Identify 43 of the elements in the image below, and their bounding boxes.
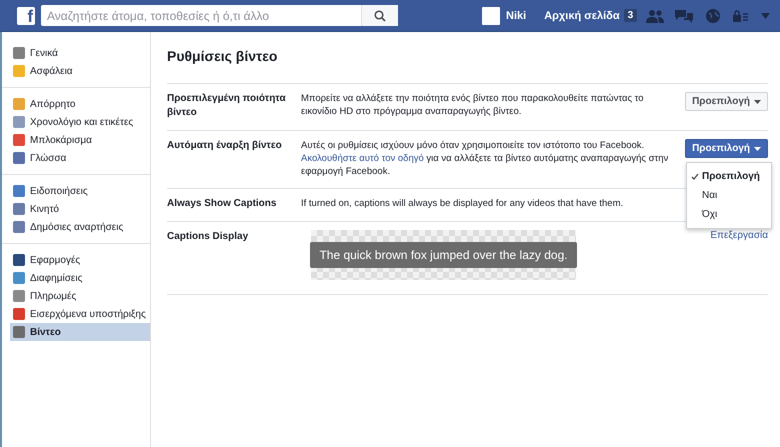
sidebar-item[interactable]: Πληρωμές bbox=[10, 287, 150, 305]
notification-badge: 3 bbox=[624, 9, 638, 22]
page-title: Ρυθμίσεις βίντεο bbox=[167, 48, 278, 64]
dropdown-option[interactable]: Προεπιλογή bbox=[687, 167, 771, 186]
sidebar-item[interactable]: Απόρρητο bbox=[10, 95, 150, 113]
sidebar-item[interactable]: Γενικά bbox=[10, 44, 150, 62]
avatar[interactable] bbox=[482, 6, 500, 24]
sidebar-item[interactable]: Διαφημίσεις bbox=[10, 269, 150, 287]
search-icon[interactable] bbox=[374, 10, 386, 22]
setting-description: Μπορείτε να αλλάξετε την ποιότητα ενός βίντεο που παρακολουθείτε πατώντας το εικονίδιο HD στο πρόγραμμα αναπαραγωγής βίντεο. bbox=[301, 92, 645, 119]
setting-label: Προεπιλεγμένη ποιότητα βίντεο bbox=[167, 92, 287, 120]
sidebar-item[interactable]: Χρονολόγιο και ετικέτες bbox=[10, 113, 150, 131]
setting-label: Always Show Captions bbox=[167, 197, 278, 211]
friends-icon[interactable] bbox=[645, 8, 665, 24]
caret-icon[interactable] bbox=[761, 12, 770, 18]
setting-description: If turned on, captions will always be displayed for any videos that have them. bbox=[301, 197, 624, 211]
dropdown-button[interactable]: Προεπιλογή bbox=[685, 139, 768, 158]
setting-label: Αυτόματη έναρξη βίντεο bbox=[167, 139, 283, 153]
guide-link[interactable]: Ακολουθήστε αυτό τον οδηγό bbox=[301, 153, 424, 164]
logo[interactable]: f bbox=[17, 6, 35, 24]
dropdown-button[interactable]: Προεπιλογή bbox=[685, 92, 768, 111]
dropdown-option[interactable]: Όχι bbox=[687, 205, 771, 224]
edit-link[interactable]: Επεξεργασία bbox=[710, 230, 768, 241]
search-field[interactable]: Αναζητήστε άτομα, τοποθεσίες ή ό,τι άλλο bbox=[41, 5, 398, 26]
sidebar-item[interactable]: Εφαρμογές bbox=[10, 251, 150, 269]
sidebar-item[interactable]: Εισερχόμενα υποστήριξης bbox=[10, 305, 150, 323]
sidebar-item[interactable]: Γλώσσα bbox=[10, 149, 150, 167]
profile-name[interactable]: Niki bbox=[506, 10, 526, 22]
setting-label: Captions Display bbox=[167, 230, 250, 244]
sidebar-item[interactable]: Δημόσιες αναρτήσεις bbox=[10, 218, 150, 236]
messages-icon[interactable] bbox=[674, 8, 694, 24]
caret-icon bbox=[754, 146, 761, 150]
caret-icon bbox=[754, 100, 761, 104]
home-link[interactable]: Αρχική σελίδα 3 bbox=[544, 9, 638, 22]
caption-text: The quick brown fox jumped over the lazy dog. bbox=[310, 242, 577, 268]
sidebar-item[interactable]: Μπλοκάρισμα bbox=[10, 131, 150, 149]
sidebar-item[interactable]: Ασφάλεια bbox=[10, 62, 150, 80]
checkmark-icon bbox=[691, 173, 699, 180]
sidebar-item[interactable]: Βίντεο bbox=[10, 323, 150, 341]
setting-description: Αυτές οι ρυθμίσεις ισχύουν μόνο όταν χρησιμοποιείτε τον ιστότοπο του Facebook. Ακολουθήστε αυτό τον οδηγό για να αλλάξετε τα βίντεο αυτόματης αναπαραγωγής στην εφαρμογή Facebook. bbox=[301, 139, 670, 178]
dropdown-option[interactable]: Ναι bbox=[687, 186, 771, 205]
sidebar-item[interactable]: Κινητό bbox=[10, 200, 150, 218]
sidebar-item[interactable]: Ειδοποιήσεις bbox=[10, 182, 150, 200]
